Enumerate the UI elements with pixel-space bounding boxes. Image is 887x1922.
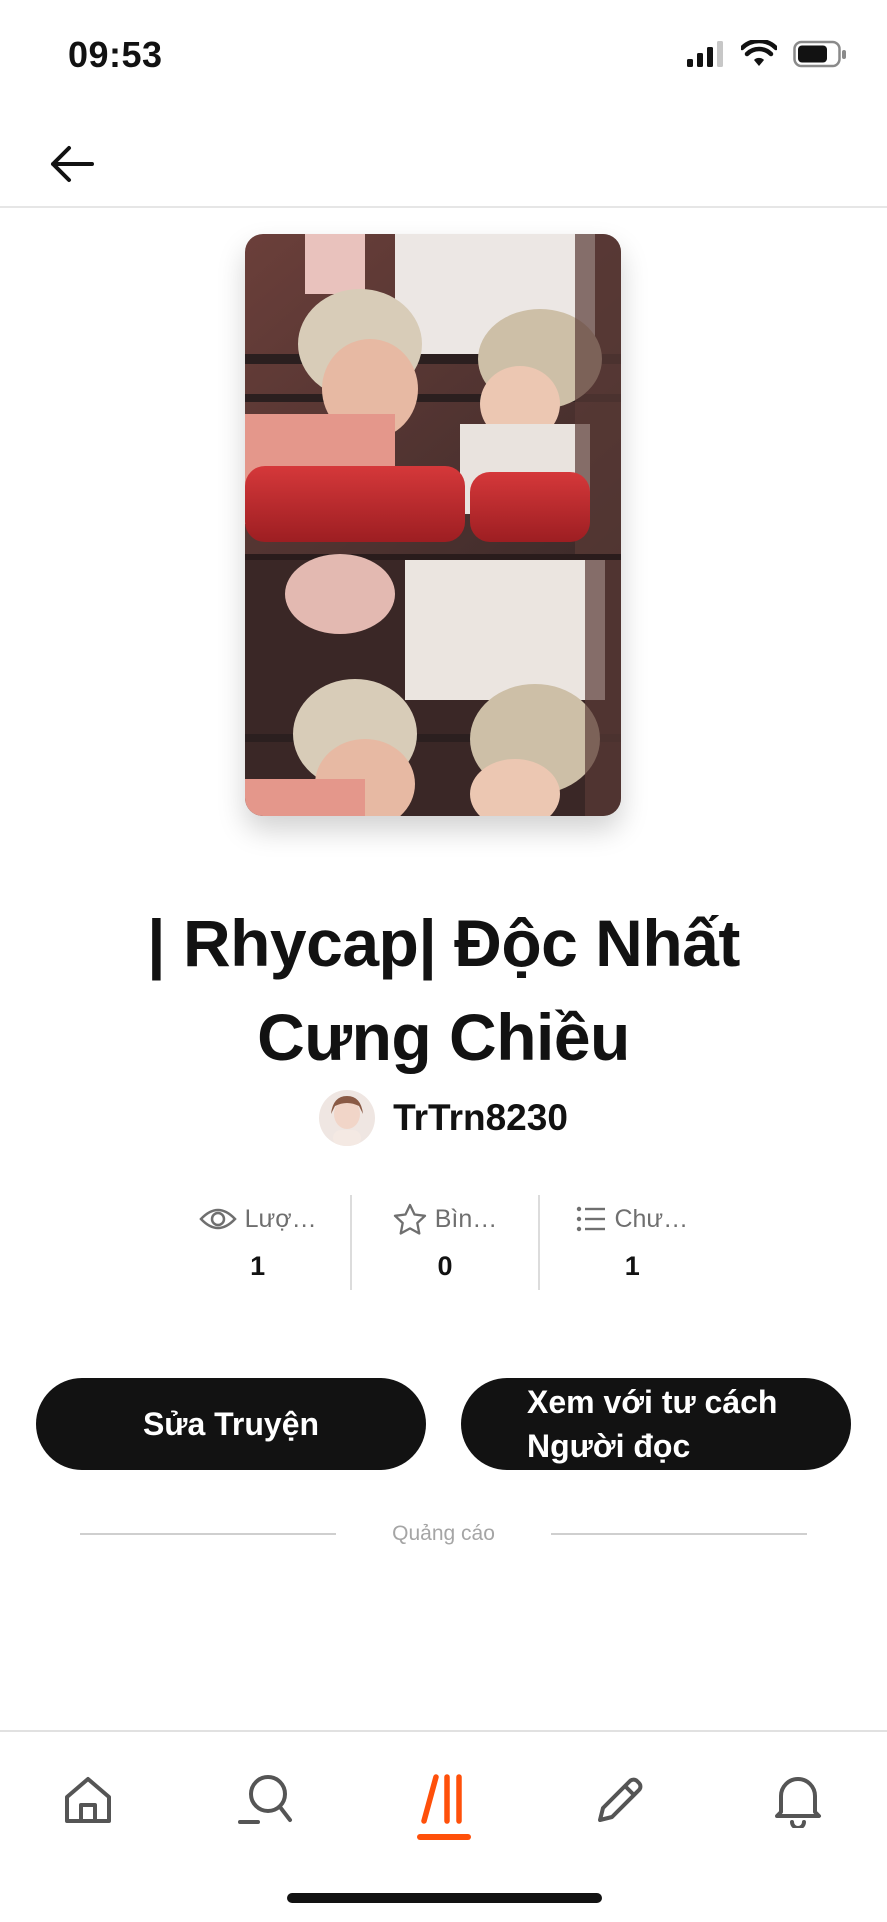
author-row[interactable]: TrTrn8230 [0,1090,887,1146]
author-avatar[interactable] [319,1090,376,1146]
view-as-reader-label-line2: Người đọc [527,1428,691,1464]
wifi-icon [741,40,777,66]
cover-illustration [245,234,621,816]
divider [80,1533,337,1535]
status-icons [687,40,847,68]
story-stats: Lượ… 1 Bìn… 0 Chư… 1 [165,1195,725,1290]
pencil-icon [598,1777,643,1822]
edit-story-label: Sửa Truyện [142,1405,320,1442]
status-bar: 09:53 [0,0,887,110]
stat-value: 1 [624,1251,640,1281]
edit-story-button[interactable]: Sửa Truyện [36,1378,426,1470]
bell-icon [775,1777,821,1828]
tab-home[interactable] [48,1760,128,1840]
tab-write[interactable] [580,1760,660,1840]
status-time: 09:53 [68,34,163,75]
list-icon [577,1206,606,1232]
view-as-reader-button[interactable]: Xem với tư cách Người đọc [461,1378,851,1470]
battery-icon [793,40,846,68]
stat-label: Chư… [614,1204,689,1233]
divider [550,1533,807,1535]
stat-value: 1 [250,1251,266,1281]
home-icon [65,1777,111,1823]
story-title: | Rhycap| Độc Nhất Cưng Chiều [147,906,740,1074]
back-button[interactable] [40,132,104,196]
home-indicator [287,1893,602,1903]
top-nav [0,110,887,208]
library-icon [421,1774,462,1824]
search-icon [238,1775,292,1824]
ad-label: Quảng cáo [392,1522,495,1545]
tab-search[interactable] [226,1760,306,1840]
tab-notifications[interactable] [758,1760,838,1840]
cellular-signal-icon [687,41,723,67]
star-icon [393,1203,426,1235]
stat-label: Bìn… [434,1204,498,1233]
view-as-reader-label-line1: Xem với tư cách [527,1384,778,1420]
arrow-left-icon [51,146,94,182]
ad-separator: Quảng cáo [80,1522,807,1546]
stat-reads: Lượ… 1 [165,1195,350,1290]
story-cover-image[interactable] [245,234,621,816]
author-name[interactable]: TrTrn8230 [393,1097,568,1139]
stat-chapters: Chư… 1 [537,1195,725,1290]
eye-icon [198,1208,237,1230]
tab-library[interactable] [404,1760,484,1840]
active-tab-indicator [417,1834,471,1840]
stat-value: 0 [437,1251,453,1281]
stat-votes: Bìn… 0 [350,1195,537,1290]
stat-label: Lượ… [244,1204,317,1233]
